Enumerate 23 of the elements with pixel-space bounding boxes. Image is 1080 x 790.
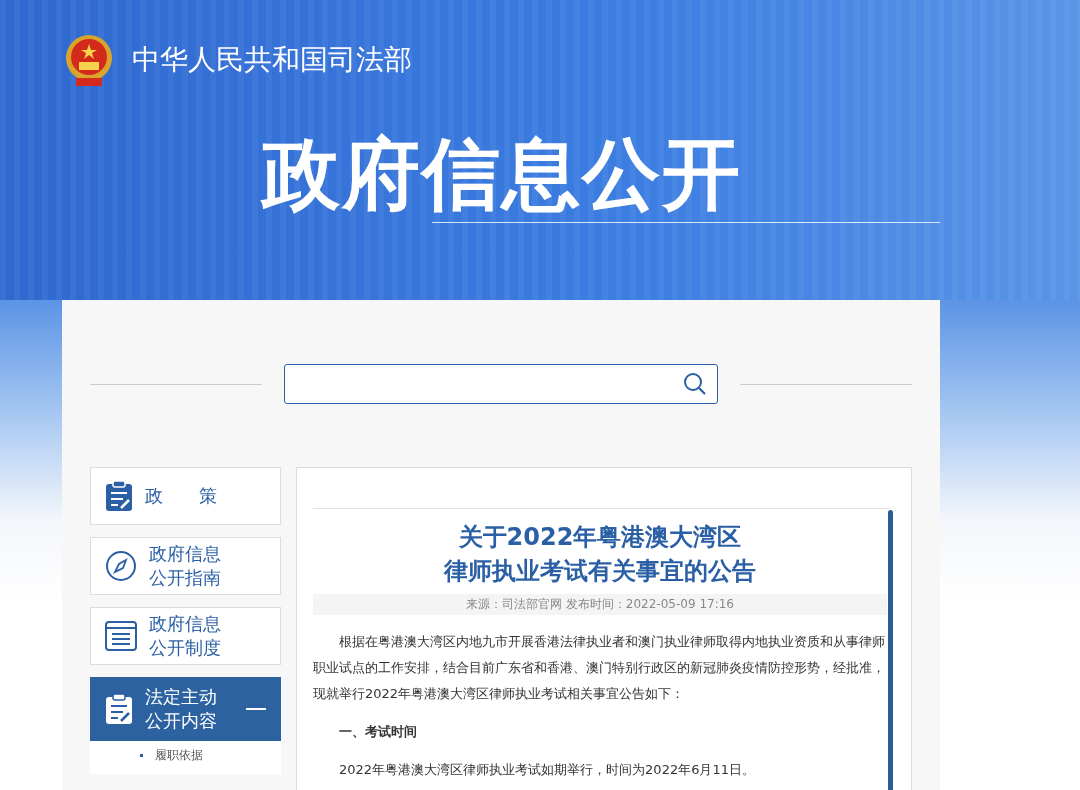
nav-label: 法定主动 公开内容: [145, 684, 218, 733]
section-heading: 一、考试时间: [338, 723, 418, 742]
nav-label: 政 策: [145, 483, 218, 508]
search-field[interactable]: [284, 364, 718, 404]
sidebar-item[interactable]: 政府信息 公开指南: [90, 537, 281, 595]
nav-label: 政府信息 公开制度: [149, 611, 222, 660]
nav-label: 政府信息 公开指南: [149, 541, 222, 590]
emblem-icon: [64, 32, 114, 88]
article-paragraph: 2022年粤港澳大湾区律师执业考试如期举行，时间为2022年6月11日。: [338, 761, 756, 780]
sidebar-item[interactable]: 政 策: [90, 467, 281, 525]
clipboard-icon: [105, 480, 133, 512]
org-name: 中华人民共和国司法部: [132, 42, 412, 78]
compass-icon: [105, 550, 137, 582]
sidebar-item[interactable]: 法定主动 公开内容: [90, 677, 281, 741]
sidebar-item[interactable]: 政府信息 公开制度: [90, 607, 281, 665]
clipboard-icon: [105, 693, 133, 725]
search-icon[interactable]: [683, 372, 707, 396]
list-window-icon: [105, 621, 137, 651]
article-meta: 来源：司法部官网 发布时间：2022-05-09 17:16: [313, 594, 887, 616]
banner-title: 政府信息公开: [262, 132, 743, 218]
article-paragraph: 根据在粤港澳大湾区内地九市开展香港法律执业者和澳门执业律师取得内地执业资质和从事律师职业试点的工作安排，结合目前广东省和香港、澳门特别行政区的新冠肺炎疫情防控形势，经批准，现就举行2022年粤港澳大湾区律师执业考试相关事宜公告如下：: [313, 633, 886, 704]
scrollbar[interactable]: [888, 510, 893, 790]
article-title: 关于2022年粤港澳大湾区 律师执业考试有关事宜的公告: [442, 522, 757, 587]
